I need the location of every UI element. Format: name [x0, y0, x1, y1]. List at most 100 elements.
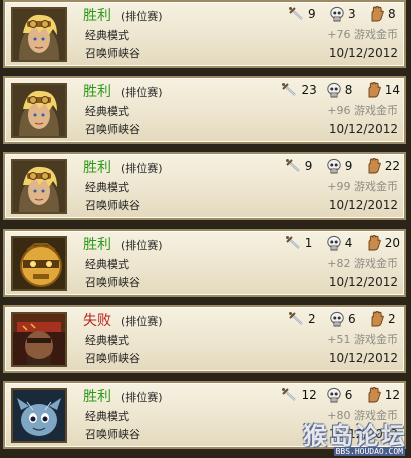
hand-icon	[365, 235, 383, 251]
skull-icon	[325, 82, 343, 98]
queue-type: (排位赛)	[121, 315, 163, 328]
match-result: 胜利	[83, 389, 111, 405]
coins-earned: +51 游戏金币	[327, 333, 398, 346]
queue-type: (排位赛)	[121, 391, 163, 404]
kills-stat: 9	[288, 6, 326, 22]
map-name: 召唤师峡谷	[85, 199, 140, 212]
assists-stat: 8	[368, 6, 400, 22]
champion-ezreal-portrait	[11, 159, 67, 214]
hand-icon	[368, 6, 386, 22]
deaths-stat: 9	[325, 158, 363, 174]
coins-earned: +80 游戏金币	[327, 409, 398, 422]
deaths-stat: 4	[325, 235, 363, 251]
skull-icon	[325, 158, 343, 174]
sword-icon	[281, 82, 299, 98]
assists-value: 8	[388, 7, 396, 21]
queue-type: (排位赛)	[121, 162, 163, 175]
game-mode: 经典模式	[85, 29, 129, 42]
champion-graves-portrait	[11, 312, 67, 367]
sword-icon	[285, 235, 303, 251]
champion-ezreal-portrait	[11, 83, 67, 138]
game-mode: 经典模式	[85, 105, 129, 118]
map-name: 召唤师峡谷	[85, 276, 140, 289]
game-mode: 经典模式	[85, 181, 129, 194]
game-mode: 经典模式	[85, 258, 129, 271]
kills-stat: 2	[288, 311, 326, 327]
champion-ezreal-portrait	[11, 7, 67, 62]
assists-value: 20	[384, 236, 400, 250]
coins-earned: +96 游戏金币	[327, 104, 398, 117]
skull-icon	[328, 311, 346, 327]
deaths-value: 3	[348, 7, 356, 21]
match-result: 胜利	[83, 8, 111, 24]
champion-kennen-portrait	[11, 388, 67, 443]
deaths-value: 8	[344, 83, 353, 97]
match-row[interactable]: 胜利 (排位赛) 经典模式 召唤师峡谷 23 8 14 +96 游戏金币 10/…	[3, 76, 406, 144]
deaths-stat: 3	[328, 6, 366, 22]
match-date: 10/12/2012	[328, 427, 398, 441]
map-name: 召唤师峡谷	[85, 428, 140, 441]
match-date: 10/12/2012	[328, 198, 398, 212]
match-result: 失败	[83, 313, 111, 329]
kills-value: 9	[304, 159, 313, 173]
assists-value: 22	[384, 159, 400, 173]
sword-icon	[288, 6, 306, 22]
queue-type: (排位赛)	[121, 86, 163, 99]
match-row[interactable]: 胜利 (排位赛) 经典模式 召唤师峡谷 9	[3, 152, 406, 220]
assists-stat: 20	[365, 235, 400, 251]
queue-type: (排位赛)	[121, 239, 163, 252]
deaths-value: 9	[344, 159, 353, 173]
match-result: 胜利	[83, 237, 111, 253]
game-mode: 经典模式	[85, 410, 129, 423]
match-date: 10/12/2012	[328, 122, 398, 136]
match-row[interactable]: 失败 (排位赛) 经典模式 召唤师峡谷 2 6 2 +51 游戏金币 10/12…	[3, 305, 406, 373]
deaths-value: 6	[348, 312, 356, 326]
assists-value: 14	[384, 83, 400, 97]
kills-value: 2	[308, 312, 316, 326]
match-date: 10/12/2012	[328, 46, 398, 60]
assists-value: 2	[388, 312, 396, 326]
map-name: 召唤师峡谷	[85, 47, 140, 60]
assists-stat: 14	[365, 82, 400, 98]
kda-stats: 12 6 12	[281, 386, 400, 404]
hand-icon	[368, 311, 386, 327]
kills-value: 23	[301, 83, 317, 97]
skull-icon	[325, 235, 343, 251]
kda-stats: 9 3 8	[288, 5, 400, 23]
match-row[interactable]: 胜利 (排位赛) 经典模式 召唤师峡谷 9	[3, 0, 406, 68]
kda-stats: 23 8 14	[281, 81, 400, 99]
kills-stat: 1	[285, 235, 323, 251]
sword-icon	[281, 387, 299, 403]
match-result: 胜利	[83, 160, 111, 176]
deaths-stat: 6	[325, 387, 363, 403]
skull-icon	[328, 6, 346, 22]
kills-value: 1	[304, 236, 313, 250]
match-row[interactable]: 胜利 (排位赛) 经典模式 召唤师峡谷 12 6 12 +80 游戏金币 10/…	[3, 381, 406, 449]
sword-icon	[288, 311, 306, 327]
match-date: 10/12/2012	[328, 275, 398, 289]
coins-earned: +99 游戏金币	[327, 180, 398, 193]
kills-value: 9	[308, 7, 316, 21]
assists-stat: 12	[365, 387, 400, 403]
match-result: 胜利	[83, 84, 111, 100]
hand-icon	[365, 387, 383, 403]
deaths-stat: 6	[328, 311, 366, 327]
deaths-value: 4	[344, 236, 353, 250]
match-date: 10/12/2012	[328, 351, 398, 365]
kills-stat: 12	[281, 387, 322, 403]
coins-earned: +76 游戏金币	[327, 28, 398, 41]
assists-value: 12	[384, 388, 400, 402]
kda-stats: 2 6 2	[288, 310, 400, 328]
kda-stats: 1 4 20	[285, 234, 400, 252]
champion-blitzcrank-portrait	[11, 236, 67, 291]
coins-earned: +82 游戏金币	[327, 257, 398, 270]
hand-icon	[365, 158, 383, 174]
sword-icon	[285, 158, 303, 174]
kda-stats: 9 9 22	[285, 157, 400, 175]
deaths-stat: 8	[325, 82, 363, 98]
match-row[interactable]: 胜利 (排位赛) 经典模式 召唤师峡谷 1 4 20 +82 游戏金币 10/1…	[3, 229, 406, 297]
kills-stat: 23	[281, 82, 322, 98]
hand-icon	[365, 82, 383, 98]
assists-stat: 2	[368, 311, 400, 327]
assists-stat: 22	[365, 158, 400, 174]
